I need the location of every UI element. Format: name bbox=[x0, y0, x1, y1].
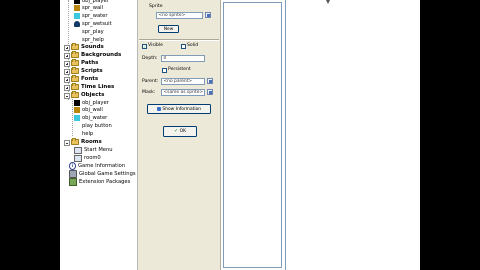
tree-item-sprite[interactable]: spr_play bbox=[74, 28, 104, 36]
tree-item-global-game-settings[interactable]: Global Game Settings bbox=[69, 170, 136, 178]
sprite-select[interactable]: <no sprite> bbox=[156, 12, 203, 19]
info-icon: i bbox=[69, 162, 76, 170]
object-thumbnail-icon bbox=[74, 123, 80, 129]
extension-icon bbox=[69, 178, 77, 186]
parent-select[interactable]: <no parent> bbox=[161, 78, 205, 85]
tree-item-object[interactable]: obj_water bbox=[74, 114, 107, 122]
mask-menu-icon[interactable] bbox=[207, 89, 213, 95]
divider bbox=[139, 39, 219, 41]
visible-label: Visible bbox=[148, 43, 164, 48]
folder-icon bbox=[71, 67, 79, 75]
collapse-icon[interactable] bbox=[64, 93, 70, 99]
resource-tree: obj_player spr_wall spr_water spr_wetsui… bbox=[60, 0, 138, 270]
tree-folder-objects[interactable]: Objects bbox=[64, 91, 104, 99]
collapse-icon[interactable] bbox=[64, 140, 70, 146]
object-properties-panel: Sprite <no sprite> New ✓ Visible Solid D… bbox=[138, 0, 221, 270]
sprite-menu-icon[interactable] bbox=[205, 12, 211, 18]
object-thumbnail-icon bbox=[74, 131, 80, 137]
folder-icon bbox=[71, 75, 79, 83]
tree-item-sprite[interactable]: spr_water bbox=[74, 12, 108, 20]
tree-folder-sounds[interactable]: Sounds bbox=[64, 43, 104, 51]
sprite-thumbnail-icon bbox=[74, 13, 80, 19]
object-thumbnail-icon bbox=[74, 115, 80, 121]
mouse-cursor-icon bbox=[326, 0, 330, 4]
depth-label: Depth: bbox=[142, 56, 158, 61]
tree-item-room[interactable]: room0 bbox=[74, 154, 101, 162]
tree-folder-fonts[interactable]: Fonts bbox=[64, 75, 98, 83]
tree-item-object[interactable]: obj_wall bbox=[74, 106, 103, 114]
solid-checkbox[interactable] bbox=[181, 44, 186, 49]
folder-icon bbox=[71, 91, 79, 99]
object-thumbnail-icon bbox=[74, 107, 80, 113]
folder-icon bbox=[71, 83, 79, 91]
sprite-thumbnail-icon bbox=[74, 29, 80, 35]
tree-item-sprite[interactable]: spr_wetsuit bbox=[74, 20, 112, 28]
visible-checkbox[interactable]: ✓ bbox=[142, 44, 147, 49]
folder-icon bbox=[71, 138, 79, 146]
tree-guide-line bbox=[72, 96, 73, 136]
folder-icon bbox=[71, 59, 79, 67]
game-maker-window: obj_player spr_wall spr_water spr_wetsui… bbox=[60, 0, 420, 270]
room-icon bbox=[74, 146, 82, 154]
checkmark-icon: ✓ bbox=[173, 128, 179, 134]
sprite-thumbnail-icon bbox=[74, 5, 80, 11]
sprite-label: Sprite bbox=[149, 4, 163, 9]
tree-folder-time-lines[interactable]: Time Lines bbox=[64, 83, 114, 91]
tree-item-room[interactable]: Start Menu bbox=[74, 146, 113, 154]
mask-select[interactable]: <same as sprite> bbox=[161, 89, 205, 96]
tree-item-object[interactable]: play button bbox=[74, 122, 112, 130]
mask-label: Mask: bbox=[142, 90, 156, 95]
tree-item-game-information[interactable]: i Game Information bbox=[69, 162, 125, 170]
tree-item-extension-packages[interactable]: Extension Packages bbox=[69, 178, 130, 186]
actions-list[interactable] bbox=[285, 0, 420, 270]
depth-input[interactable]: 0 bbox=[161, 55, 205, 62]
solid-label: Solid bbox=[187, 43, 199, 48]
folder-icon bbox=[71, 43, 79, 51]
parent-menu-icon[interactable] bbox=[207, 78, 213, 84]
room-icon bbox=[74, 154, 82, 162]
settings-icon bbox=[69, 170, 77, 178]
show-information-button[interactable]: Show Information bbox=[147, 104, 211, 114]
events-list[interactable] bbox=[223, 2, 282, 268]
tree-folder-scripts[interactable]: Scripts bbox=[64, 67, 103, 75]
information-icon bbox=[156, 107, 161, 111]
tree-folder-paths[interactable]: Paths bbox=[64, 59, 98, 67]
persistent-label: Persistent bbox=[168, 67, 191, 72]
parent-label: Parent: bbox=[142, 79, 159, 84]
ok-button[interactable]: ✓ OK bbox=[163, 126, 197, 137]
sprite-thumbnail-icon bbox=[74, 21, 80, 27]
tree-item-sprite[interactable]: spr_wall bbox=[74, 4, 103, 12]
tree-folder-rooms[interactable]: Rooms bbox=[64, 138, 102, 146]
persistent-checkbox[interactable] bbox=[162, 68, 167, 73]
tree-folder-backgrounds[interactable]: Backgrounds bbox=[64, 51, 121, 59]
new-sprite-button[interactable]: New bbox=[158, 25, 179, 33]
folder-icon bbox=[71, 51, 79, 59]
tree-item-object[interactable]: help bbox=[74, 130, 93, 138]
